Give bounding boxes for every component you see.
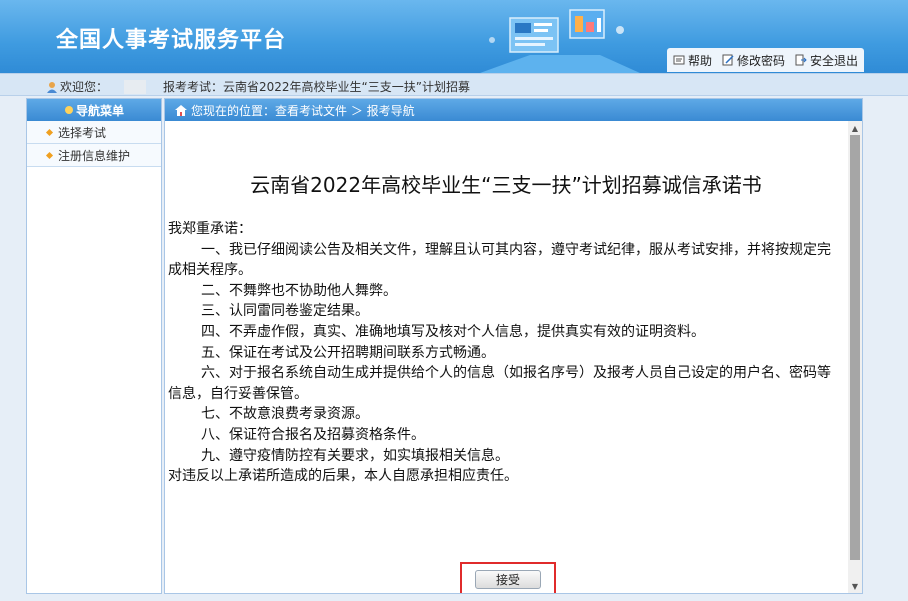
username-redacted bbox=[124, 79, 147, 94]
scroll-up-icon[interactable]: ▲ bbox=[848, 121, 862, 135]
info-bar: 欢迎您： 报考考试：云南省2022年高校毕业生“三支一扶”计划招募 bbox=[0, 73, 908, 96]
home-icon bbox=[175, 104, 187, 116]
help-link-label: 帮助 bbox=[687, 53, 712, 68]
sidebar-item-label: 注册信息维护 bbox=[58, 148, 131, 163]
promise-item: 九、遵守疫情防控有关要求，如实填报相关信息。 bbox=[201, 447, 509, 464]
user-icon bbox=[47, 81, 57, 93]
change-password-label: 修改密码 bbox=[736, 53, 785, 68]
nav-menu-header: 导航菜单 bbox=[27, 99, 161, 121]
bullet-icon bbox=[45, 151, 54, 159]
logout-icon bbox=[795, 54, 807, 66]
breadcrumb: 您现在的位置：查看考试文件 ＞ 报考导航 bbox=[165, 99, 862, 121]
logout-link[interactable]: 安全退出 bbox=[795, 52, 858, 69]
promise-item: 二、不舞弊也不协助他人舞弊。 bbox=[201, 282, 397, 299]
platform-title: 全国人事考试服务平台 bbox=[56, 28, 287, 53]
change-password-link[interactable]: 修改密码 bbox=[722, 52, 785, 69]
accept-button[interactable]: 接受 bbox=[475, 570, 541, 589]
document-body: 我郑重承诺： 一、我已仔细阅读公告及相关文件，理解且认可其内容，遵守考试纪律，服… bbox=[168, 219, 843, 487]
sidebar-item-label: 选择考试 bbox=[58, 125, 107, 140]
accept-highlight: 接受 bbox=[460, 562, 556, 593]
welcome-area: 欢迎您： bbox=[46, 78, 147, 95]
current-exam: 报考考试：云南省2022年高校毕业生“三支一扶”计划招募 bbox=[163, 80, 470, 94]
promise-closing: 对违反以上承诺所造成的后果，本人自愿承担相应责任。 bbox=[168, 468, 518, 485]
promise-item: 六、对于报名系统自动生成并提供给个人的信息（如报名序号）及报考人员自己设定的用户… bbox=[168, 365, 831, 402]
main-panel: 您现在的位置：查看考试文件 ＞ 报考导航 云南省2022年高校毕业生“三支一扶”… bbox=[164, 98, 863, 594]
banner-illustration bbox=[480, 9, 640, 73]
promise-item: 四、不弄虚作假，真实、准确地填写及核对个人信息，提供真实有效的证明资料。 bbox=[201, 323, 705, 340]
welcome-label: 欢迎您： bbox=[60, 80, 109, 94]
top-links: 帮助 修改密码 安全退出 bbox=[666, 48, 864, 72]
promise-item: 一、我已仔细阅读公告及相关文件，理解且认可其内容，遵守考试纪律，服从考试安排，并… bbox=[168, 241, 831, 279]
menu-icon bbox=[64, 106, 73, 114]
bullet-icon bbox=[45, 128, 54, 136]
header-banner: 全国人事考试服务平台 帮助 修改密码 安全退出 bbox=[0, 0, 908, 73]
document-area: 云南省2022年高校毕业生“三支一扶”计划招募诚信承诺书 我郑重承诺： 一、我已… bbox=[165, 121, 847, 593]
vertical-scrollbar[interactable]: ▲ ▼ bbox=[848, 121, 862, 593]
sidebar-item-registration-info[interactable]: 注册信息维护 bbox=[27, 144, 161, 167]
promise-item: 三、认同雷同卷鉴定结果。 bbox=[201, 303, 369, 320]
nav-menu-title: 导航菜单 bbox=[75, 103, 124, 118]
sidebar: 导航菜单 选择考试 注册信息维护 bbox=[26, 98, 162, 594]
scroll-down-icon[interactable]: ▼ bbox=[848, 579, 862, 593]
document-title: 云南省2022年高校毕业生“三支一扶”计划招募诚信承诺书 bbox=[250, 173, 762, 197]
help-link[interactable]: 帮助 bbox=[673, 52, 712, 69]
sidebar-item-select-exam[interactable]: 选择考试 bbox=[27, 121, 161, 144]
edit-password-icon bbox=[722, 54, 734, 66]
promise-item: 七、不故意浪费考录资源。 bbox=[201, 406, 369, 423]
logout-label: 安全退出 bbox=[809, 53, 858, 68]
scrollbar-thumb[interactable] bbox=[850, 135, 860, 560]
promise-item: 五、保证在考试及公开招聘期间联系方式畅通。 bbox=[201, 344, 495, 361]
breadcrumb-text: 您现在的位置：查看考试文件 ＞ 报考导航 bbox=[191, 103, 415, 118]
promise-intro: 我郑重承诺： bbox=[168, 221, 252, 237]
help-icon bbox=[673, 55, 685, 65]
promise-item: 八、保证符合报名及招募资格条件。 bbox=[201, 426, 425, 443]
